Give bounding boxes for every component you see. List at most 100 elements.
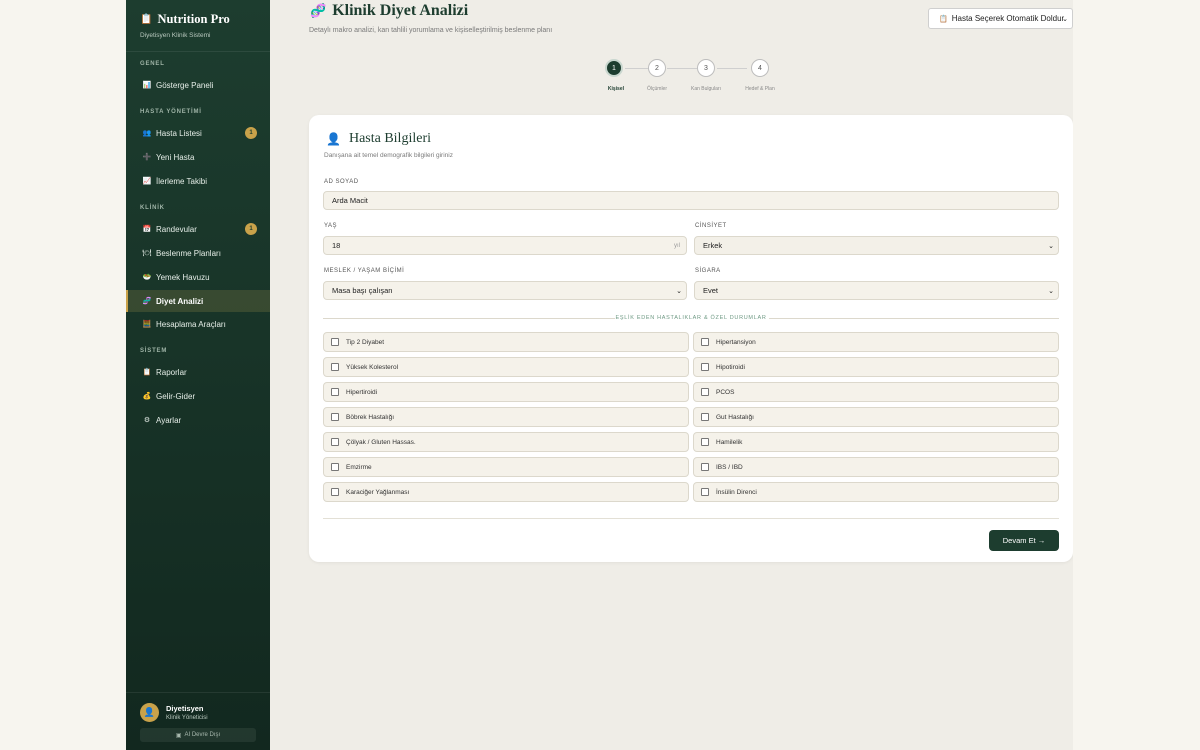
step-number: 4 xyxy=(751,59,769,77)
checkbox-box[interactable] xyxy=(701,363,709,371)
checkbox-box[interactable] xyxy=(701,463,709,471)
sidebar-item-label: Randevular xyxy=(156,224,197,234)
user-role: Klinik Yöneticisi xyxy=(166,715,208,721)
checkbox-box[interactable] xyxy=(331,363,339,371)
plate-icon: 🍽 xyxy=(142,250,152,257)
step-measurements[interactable]: 2 Ölçümler xyxy=(647,59,667,95)
checkbox-box[interactable] xyxy=(331,413,339,421)
chevron-down-icon: ⌄ xyxy=(1048,242,1054,250)
smoke-select[interactable]: Evet ⌄ xyxy=(694,281,1059,300)
step-goal-plan[interactable]: 4 Hedef & Plan xyxy=(745,59,775,95)
job-label: MESLEK / YAŞAM BİÇİMİ xyxy=(324,268,405,274)
sidebar-item-label: İlerleme Takibi xyxy=(156,176,207,186)
gender-label: CİNSİYET xyxy=(695,223,727,229)
smoke-label: SİGARA xyxy=(695,268,721,274)
plus-icon: ➕ xyxy=(142,154,152,161)
next-button[interactable]: Devam Et → xyxy=(989,530,1059,551)
name-field[interactable]: Arda Macit xyxy=(323,191,1059,210)
sidebar-item-new-patient[interactable]: ➕ Yeni Hasta xyxy=(126,146,270,168)
sidebar-item-finance[interactable]: 💰 Gelir-Gider xyxy=(126,385,270,407)
age-unit: yıl xyxy=(674,242,680,249)
brand-title: 📋 Nutrition Pro xyxy=(140,12,230,26)
chart-icon: 📊 xyxy=(142,82,152,89)
condition-checkbox[interactable]: Tip 2 Diyabet xyxy=(323,332,689,352)
checkbox-box[interactable] xyxy=(331,388,339,396)
card-title: 👤 Hasta Bilgileri xyxy=(326,131,431,146)
sidebar-item-nutrition-plans[interactable]: 🍽 Beslenme Planları xyxy=(126,242,270,264)
condition-checkbox[interactable]: Hipertiroidi xyxy=(323,382,689,402)
condition-checkbox[interactable]: Hipertansiyon xyxy=(693,332,1059,352)
checkbox-box[interactable] xyxy=(701,388,709,396)
count-badge: 1 xyxy=(245,223,257,235)
step-label: Kişisel xyxy=(607,86,624,92)
page-subtitle: Detaylı makro analizi, kan tahlili yorum… xyxy=(309,27,553,34)
sidebar-item-appointments[interactable]: 📅 Randevular 1 xyxy=(126,218,270,240)
money-bag-icon: 💰 xyxy=(142,393,152,400)
condition-checkbox[interactable]: Hipotiroidi xyxy=(693,357,1059,377)
checkbox-box[interactable] xyxy=(701,338,709,346)
checkbox-box[interactable] xyxy=(331,463,339,471)
sidebar-item-settings[interactable]: ⚙ Ayarlar xyxy=(126,409,270,431)
condition-checkbox[interactable]: IBS / IBD xyxy=(693,457,1059,477)
gear-icon: ⚙ xyxy=(143,417,151,424)
ai-toggle-button[interactable]: ▣ AI Devre Dışı xyxy=(140,728,256,742)
salad-icon: 🥗 xyxy=(142,274,152,281)
checkbox-box[interactable] xyxy=(701,488,709,496)
checkbox-box[interactable] xyxy=(331,488,339,496)
name-label: AD SOYAD xyxy=(324,179,359,185)
step-label: Ölçümler xyxy=(646,86,668,92)
condition-checkbox[interactable]: Emzirme xyxy=(323,457,689,477)
step-blood-results[interactable]: 3 Kan Bulguları xyxy=(691,59,721,95)
gender-select[interactable]: Erkek ⌄ xyxy=(694,236,1059,255)
job-select[interactable]: Masa başı çalışan ⌄ xyxy=(323,281,687,300)
sidebar-item-label: Ayarlar xyxy=(156,415,182,425)
condition-checkbox[interactable]: PCOS xyxy=(693,382,1059,402)
condition-checkbox[interactable]: Karaciğer Yağlanması xyxy=(323,482,689,502)
sidebar-item-progress[interactable]: 📈 İlerleme Takibi xyxy=(126,170,270,192)
checkbox-box[interactable] xyxy=(331,438,339,446)
step-connector xyxy=(667,68,697,69)
sidebar-item-label: Beslenme Planları xyxy=(156,248,221,258)
sidebar-item-label: Hasta Listesi xyxy=(156,128,202,138)
user-icon: 👤 xyxy=(143,707,156,717)
step-number: 1 xyxy=(605,59,623,77)
sidebar-item-calculators[interactable]: 🧮 Hesaplama Araçları xyxy=(126,313,270,335)
condition-checkbox[interactable]: Hamilelik xyxy=(693,432,1059,452)
auto-fill-select[interactable]: 📋 Hasta Seçerek Otomatik Doldur ⌄ xyxy=(928,8,1073,29)
checkbox-box[interactable] xyxy=(331,338,339,346)
user-name: Diyetisyen xyxy=(166,704,204,713)
patient-info-card: 👤 Hasta Bilgileri Danışana ait temel dem… xyxy=(309,115,1073,562)
clipboard-icon: 📋 xyxy=(140,14,153,25)
condition-checkbox[interactable]: Yüksek Kolesterol xyxy=(323,357,689,377)
age-field[interactable]: 18 yıl xyxy=(323,236,687,255)
checkbox-box[interactable] xyxy=(701,413,709,421)
brand-subtitle: Diyetisyen Klinik Sistemi xyxy=(140,32,211,39)
step-personal[interactable]: 1 Kişisel xyxy=(604,59,624,95)
sidebar-item-food-pool[interactable]: 🥗 Yemek Havuzu xyxy=(126,266,270,288)
stepper: 1 Kişisel 2 Ölçümler 3 Kan Bulguları 4 H… xyxy=(604,59,784,92)
sidebar-item-dashboard[interactable]: 📊 Gösterge Paneli xyxy=(126,74,270,96)
nav-section-system: SİSTEM xyxy=(140,348,168,354)
user-icon: 👤 xyxy=(326,131,341,146)
sidebar-item-reports[interactable]: 📋 Raporlar xyxy=(126,361,270,383)
report-icon: 📋 xyxy=(142,369,152,376)
sidebar-item-label: Yemek Havuzu xyxy=(156,272,210,282)
condition-checkbox[interactable]: İnsülin Direnci xyxy=(693,482,1059,502)
clipboard-icon: 📋 xyxy=(939,15,948,23)
chevron-down-icon: ⌄ xyxy=(676,287,682,295)
chevron-down-icon: ⌄ xyxy=(1062,15,1068,23)
nav-section-patients: HASTA YÖNETİMİ xyxy=(140,109,202,115)
sidebar-item-label: Hesaplama Araçları xyxy=(156,319,226,329)
step-label: Kan Bulguları xyxy=(690,86,722,92)
avatar[interactable]: 👤 xyxy=(140,703,159,722)
trend-icon: 📈 xyxy=(142,178,152,185)
sidebar-item-patient-list[interactable]: 👥 Hasta Listesi 1 xyxy=(126,122,270,144)
sidebar-item-diet-analysis[interactable]: 🧬 Diyet Analizi xyxy=(126,290,270,312)
condition-checkbox[interactable]: Böbrek Hastalığı xyxy=(323,407,689,427)
checkbox-box[interactable] xyxy=(701,438,709,446)
users-icon: 👥 xyxy=(142,130,152,137)
calculator-icon: 🧮 xyxy=(142,321,152,328)
age-label: YAŞ xyxy=(324,223,338,229)
condition-checkbox[interactable]: Çölyak / Gluten Hassas. xyxy=(323,432,689,452)
condition-checkbox[interactable]: Gut Hastalığı xyxy=(693,407,1059,427)
